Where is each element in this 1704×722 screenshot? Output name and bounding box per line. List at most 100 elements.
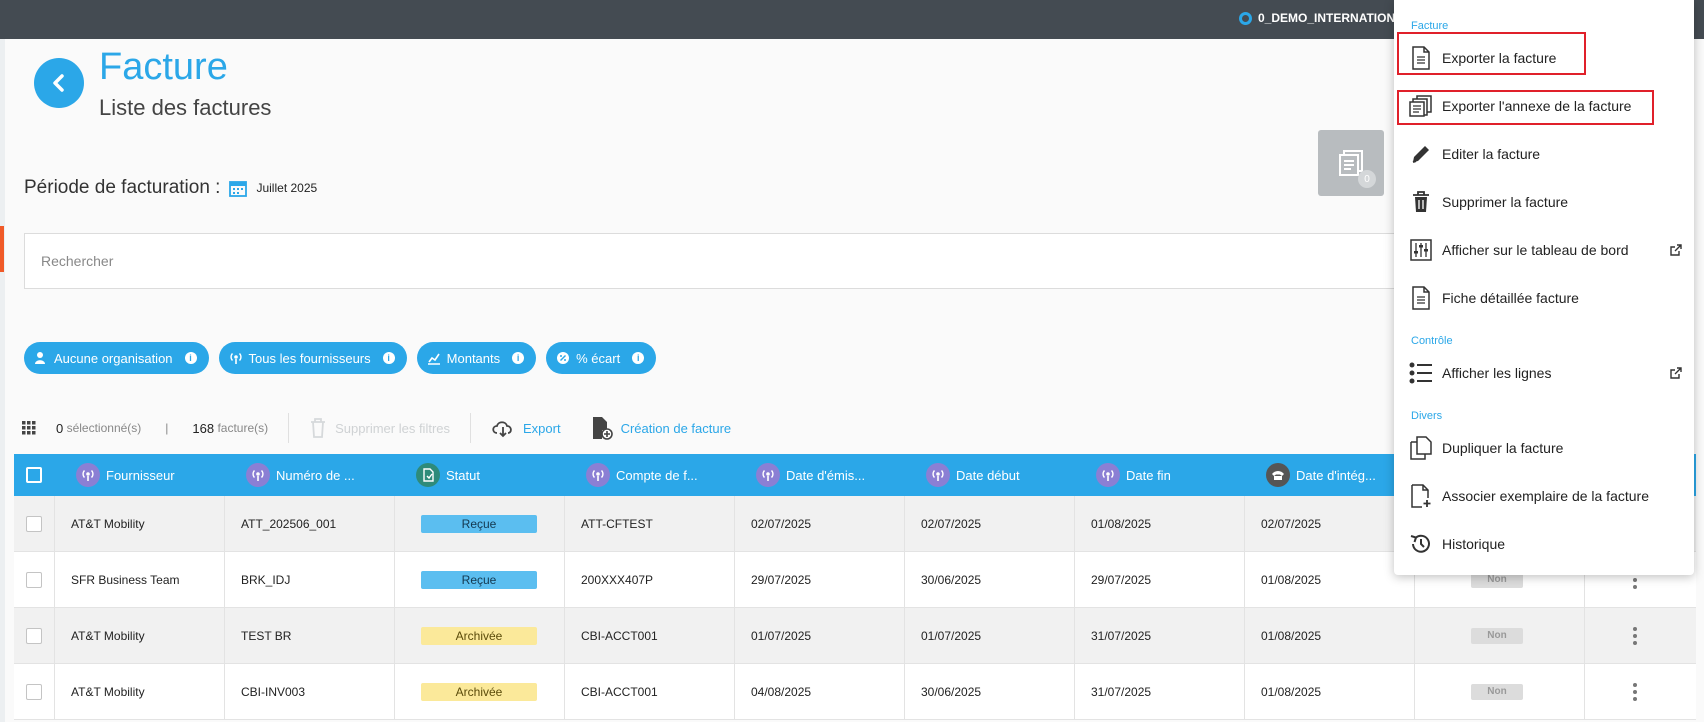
row-checkbox[interactable] bbox=[26, 683, 42, 700]
clear-filters-button[interactable]: Supprimer les filtres bbox=[309, 417, 450, 439]
calendar-icon[interactable] bbox=[228, 178, 248, 198]
clear-filters-label: Supprimer les filtres bbox=[335, 420, 451, 436]
column-status[interactable]: Statut bbox=[416, 463, 586, 487]
cell-flag: Non bbox=[1414, 664, 1584, 719]
filter-amounts[interactable]: Montants i bbox=[416, 342, 537, 374]
external-link-icon bbox=[1670, 367, 1682, 379]
history-icon bbox=[1408, 531, 1434, 557]
status-badge: Reçue bbox=[421, 570, 537, 589]
toolbar-divider bbox=[288, 413, 290, 443]
column-label: Compte de f... bbox=[616, 467, 698, 483]
menu-item-label: Supprimer la facture bbox=[1442, 194, 1569, 210]
info-icon[interactable]: i bbox=[632, 352, 645, 364]
back-button[interactable] bbox=[34, 58, 84, 108]
filter-organisation[interactable]: Aucune organisation i bbox=[24, 342, 209, 374]
cell-number: CBI-INV003 bbox=[224, 664, 394, 719]
chevron-left-icon bbox=[53, 74, 64, 92]
invoice-annex-widget[interactable]: 0 bbox=[1318, 130, 1384, 196]
flag-badge: Non bbox=[1471, 683, 1523, 700]
select-all-checkbox[interactable] bbox=[26, 467, 42, 483]
environment-selector[interactable]: 0_DEMO_INTERNATIONA bbox=[1239, 11, 1404, 25]
info-icon[interactable]: i bbox=[184, 352, 197, 364]
row-checkbox[interactable] bbox=[26, 627, 42, 644]
copy-icon bbox=[1408, 435, 1434, 461]
column-label: Date d'intég... bbox=[1296, 467, 1376, 483]
cell-account: ATT-CFTEST bbox=[564, 496, 734, 551]
table-row[interactable]: AT&T Mobility CBI-INV003 Archivée CBI-AC… bbox=[14, 664, 1696, 720]
export-button[interactable]: Export bbox=[491, 418, 561, 438]
column-number[interactable]: Numéro de ... bbox=[246, 463, 416, 487]
menu-item-dashboard[interactable]: Afficher sur le tableau de bord bbox=[1408, 232, 1688, 268]
cell-integration-date: 01/08/2025 bbox=[1244, 664, 1414, 719]
status-badge: Reçue bbox=[421, 514, 537, 533]
menu-item-label: Dupliquer la facture bbox=[1442, 440, 1564, 456]
menu-item-label: Fiche détaillée facture bbox=[1442, 290, 1579, 306]
widget-count: 0 bbox=[1358, 170, 1376, 188]
cell-integration-date: 01/08/2025 bbox=[1244, 608, 1414, 663]
cell-issue-date: 29/07/2025 bbox=[734, 552, 904, 607]
menu-item-detail-sheet[interactable]: Fiche détaillée facture bbox=[1408, 280, 1688, 316]
menu-item-associate-copy[interactable]: Associer exemplaire de la facture bbox=[1408, 478, 1688, 514]
antenna-icon bbox=[229, 353, 242, 364]
left-accent-bar bbox=[0, 226, 4, 272]
info-icon[interactable]: i bbox=[512, 352, 525, 364]
cell-start-date: 01/07/2025 bbox=[904, 608, 1074, 663]
search-input[interactable] bbox=[25, 234, 1423, 288]
column-supplier[interactable]: Fournisseur bbox=[76, 463, 246, 487]
cell-account: CBI-ACCT001 bbox=[564, 608, 734, 663]
create-invoice-button[interactable]: Création de facture bbox=[591, 416, 731, 440]
menu-item-show-lines[interactable]: Afficher les lignes bbox=[1408, 355, 1688, 391]
selected-label: sélectionné(s) bbox=[66, 421, 142, 435]
filter-label: % écart bbox=[576, 350, 621, 366]
external-link-icon bbox=[1670, 244, 1682, 256]
file-add-icon bbox=[1408, 483, 1434, 509]
row-menu-icon[interactable] bbox=[1632, 626, 1637, 645]
column-start-date[interactable]: Date début bbox=[926, 463, 1096, 487]
menu-item-history[interactable]: Historique bbox=[1408, 526, 1688, 562]
cell-actions bbox=[1584, 664, 1684, 719]
column-account[interactable]: Compte de f... bbox=[586, 463, 756, 487]
cell-end-date: 01/08/2025 bbox=[1074, 496, 1244, 551]
antenna-icon bbox=[246, 463, 270, 487]
menu-item-duplicate[interactable]: Dupliquer la facture bbox=[1408, 430, 1688, 466]
cell-account: CBI-ACCT001 bbox=[564, 664, 734, 719]
cell-status: Reçue bbox=[394, 496, 564, 551]
filter-chips: Aucune organisation i Tous les fournisse… bbox=[24, 342, 657, 374]
environment-icon bbox=[1239, 11, 1252, 25]
invoice-label: facture(s) bbox=[217, 421, 269, 435]
antenna-icon bbox=[926, 463, 950, 487]
billing-period-value[interactable]: Juillet 2025 bbox=[256, 181, 317, 195]
menu-section-facture: Facture bbox=[1411, 20, 1449, 32]
cell-start-date: 02/07/2025 bbox=[904, 496, 1074, 551]
filter-gap-percent[interactable]: % écart i bbox=[546, 342, 657, 374]
chart-icon bbox=[427, 353, 440, 365]
cell-supplier: SFR Business Team bbox=[54, 552, 224, 607]
cell-integration-date: 02/07/2025 bbox=[1244, 496, 1414, 551]
row-checkbox[interactable] bbox=[26, 571, 42, 588]
column-label: Fournisseur bbox=[106, 467, 175, 483]
row-checkbox[interactable] bbox=[26, 515, 42, 532]
cell-supplier: AT&T Mobility bbox=[54, 664, 224, 719]
table-row[interactable]: AT&T Mobility TEST BR Archivée CBI-ACCT0… bbox=[14, 608, 1696, 664]
row-menu-icon[interactable] bbox=[1632, 682, 1637, 701]
highlight-box bbox=[1397, 32, 1586, 75]
column-end-date[interactable]: Date fin bbox=[1096, 463, 1266, 487]
selected-count: 0 bbox=[56, 420, 64, 436]
column-issue-date[interactable]: Date d'émis... bbox=[756, 463, 926, 487]
grid-icon[interactable] bbox=[22, 421, 36, 435]
antenna-icon bbox=[1096, 463, 1120, 487]
invoice-count: 168 bbox=[192, 420, 215, 436]
menu-item-edit[interactable]: Editer la facture bbox=[1408, 136, 1688, 172]
billing-period: Période de facturation : Juillet 2025 bbox=[24, 177, 317, 199]
cell-number: BRK_IDJ bbox=[224, 552, 394, 607]
cell-issue-date: 04/08/2025 bbox=[734, 664, 904, 719]
menu-item-delete[interactable]: Supprimer la facture bbox=[1408, 184, 1688, 220]
highlight-box bbox=[1397, 90, 1654, 125]
environment-name: 0_DEMO_INTERNATIONA bbox=[1258, 11, 1404, 25]
cell-end-date: 29/07/2025 bbox=[1074, 552, 1244, 607]
info-icon[interactable]: i bbox=[382, 352, 395, 364]
filter-suppliers[interactable]: Tous les fournisseurs i bbox=[218, 342, 407, 374]
cell-actions bbox=[1584, 608, 1684, 663]
status-badge: Archivée bbox=[421, 626, 537, 645]
cell-end-date: 31/07/2025 bbox=[1074, 608, 1244, 663]
